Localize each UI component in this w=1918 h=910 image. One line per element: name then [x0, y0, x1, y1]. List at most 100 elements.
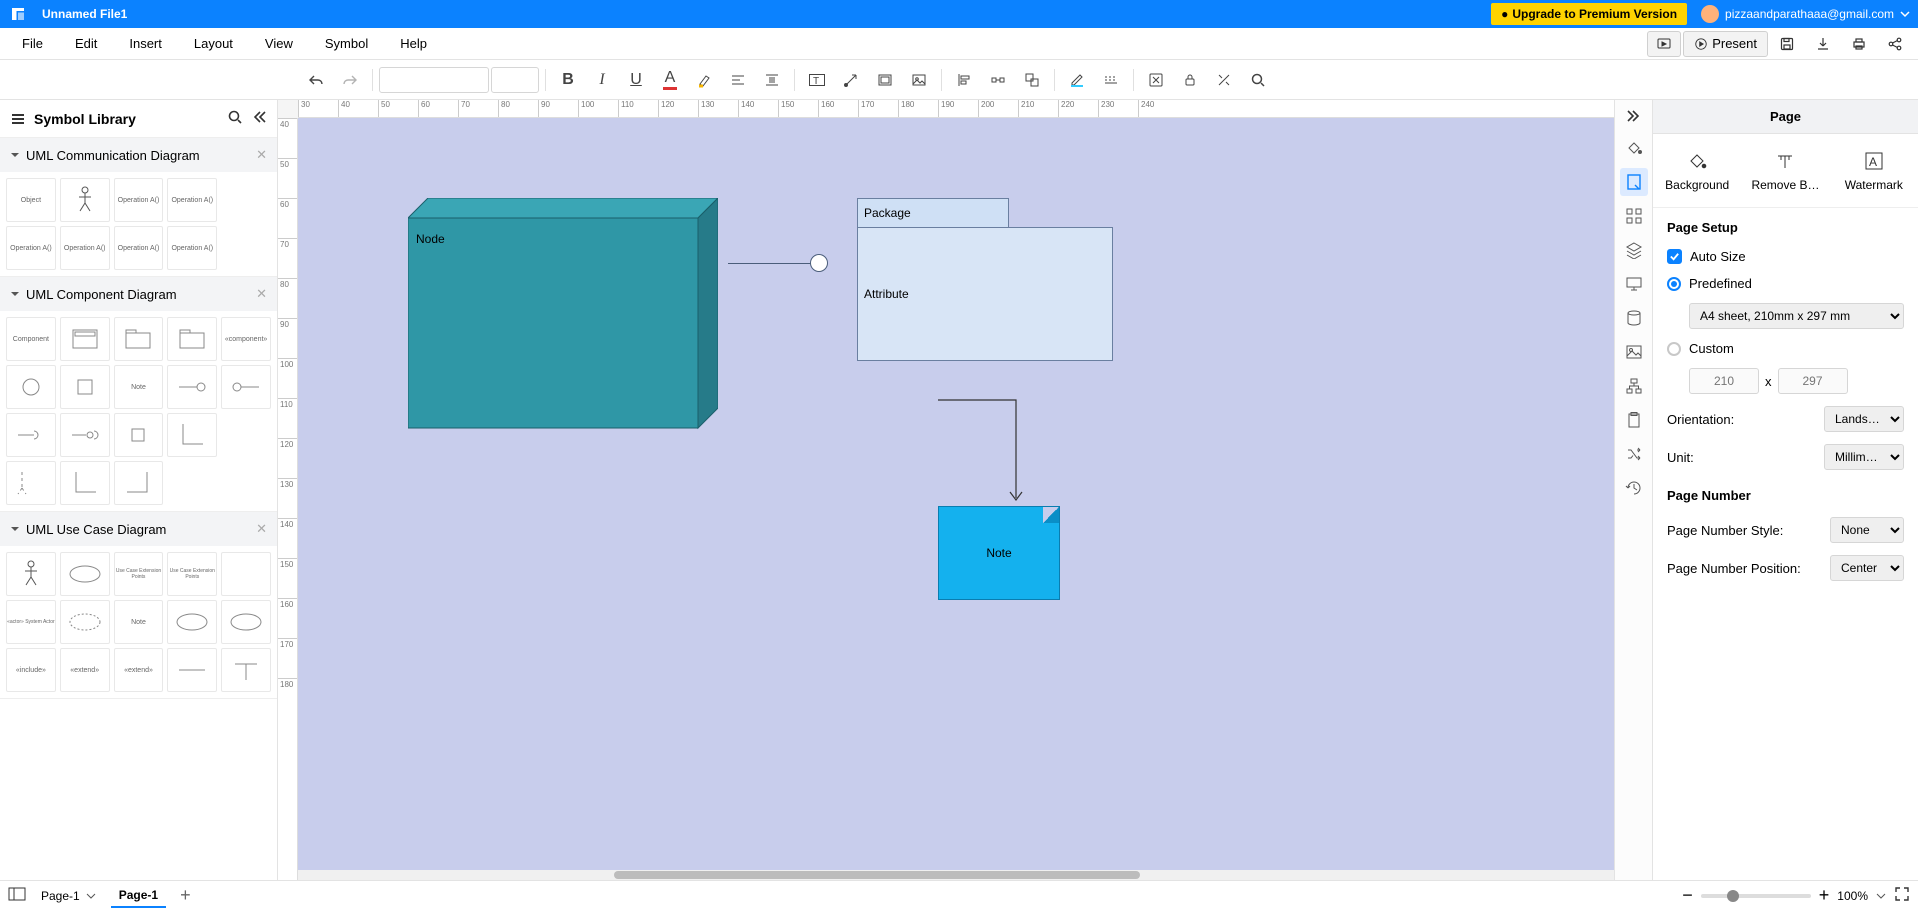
horizontal-scrollbar[interactable] [298, 870, 1614, 880]
close-section-icon[interactable]: ✕ [256, 286, 267, 302]
page-settings-icon[interactable] [1620, 168, 1648, 196]
lock-button[interactable] [1174, 66, 1206, 94]
symbol-req2[interactable] [60, 413, 110, 457]
custom-row[interactable]: Custom [1653, 335, 1918, 362]
line-color-button[interactable] [1061, 66, 1093, 94]
symbol-extend[interactable]: «extend» [60, 648, 110, 692]
symbol-note2[interactable]: Note [114, 600, 164, 644]
checkbox-checked-icon[interactable] [1667, 249, 1682, 264]
tools-button[interactable] [1208, 66, 1240, 94]
symbol-lolli1[interactable] [167, 365, 217, 409]
symbol-compstereo[interactable]: «component» [221, 317, 271, 361]
zoom-out-button[interactable]: − [1682, 885, 1693, 906]
text-color-button[interactable]: A [654, 66, 686, 94]
underline-button[interactable]: U [620, 66, 652, 94]
symbol-actor[interactable] [60, 178, 110, 222]
symbol-l1[interactable] [60, 461, 110, 505]
symbol-usecase[interactable] [60, 552, 110, 596]
symbol-sq2[interactable] [114, 413, 164, 457]
upgrade-button[interactable]: ● Upgrade to Premium Version [1491, 3, 1687, 25]
textbox-button[interactable]: T [801, 66, 833, 94]
layers-icon[interactable] [1620, 236, 1648, 264]
highlight-button[interactable] [688, 66, 720, 94]
tree-icon[interactable] [1620, 372, 1648, 400]
symbol-dash[interactable] [6, 461, 56, 505]
background-button[interactable]: Background [1653, 134, 1741, 207]
symbol-ucext2[interactable]: Use Case Extension Points [167, 552, 217, 596]
pages-outline-icon[interactable] [8, 887, 26, 904]
align-left-button[interactable] [948, 66, 980, 94]
shape-node[interactable]: Node [408, 198, 718, 438]
symbol-uc-actor[interactable] [6, 552, 56, 596]
menu-insert[interactable]: Insert [113, 36, 178, 51]
symbol-note[interactable]: Note [114, 365, 164, 409]
symbol-o2[interactable] [167, 600, 217, 644]
symbol-pkg[interactable] [114, 317, 164, 361]
symbol-op6[interactable]: Operation A() [167, 226, 217, 270]
symbol-op5[interactable]: Operation A() [114, 226, 164, 270]
collapse-library-icon[interactable] [251, 109, 267, 128]
menu-symbol[interactable]: Symbol [309, 36, 384, 51]
font-family-select[interactable] [379, 67, 489, 93]
menu-file[interactable]: File [6, 36, 59, 51]
symbol-t[interactable] [221, 648, 271, 692]
shuffle-icon[interactable] [1620, 440, 1648, 468]
pn-pos-select[interactable]: Center [1830, 555, 1904, 581]
add-page-button[interactable]: + [174, 885, 197, 906]
watermark-button[interactable]: A Watermark [1830, 134, 1918, 207]
predefined-row[interactable]: Predefined [1653, 270, 1918, 297]
symbol-op4[interactable]: Operation A() [60, 226, 110, 270]
shape-note[interactable]: Note [938, 506, 1060, 600]
image-panel-icon[interactable] [1620, 338, 1648, 366]
search-button[interactable] [1242, 66, 1274, 94]
menu-edit[interactable]: Edit [59, 36, 113, 51]
symbol-include[interactable]: «include» [6, 648, 56, 692]
search-library-icon[interactable] [227, 109, 243, 128]
page-selector[interactable]: Page-1 [34, 886, 103, 906]
print-icon[interactable] [1842, 31, 1876, 57]
drawing-canvas[interactable]: Node Package Attribute Note [298, 118, 1614, 870]
fullscreen-button[interactable] [1894, 886, 1910, 905]
connector-button[interactable] [835, 66, 867, 94]
menu-help[interactable]: Help [384, 36, 443, 51]
close-section-icon[interactable]: ✕ [256, 521, 267, 537]
unit-select[interactable]: Millim… [1824, 444, 1904, 470]
canvas-area[interactable]: 3040506070809010011012013014015016017018… [278, 100, 1614, 880]
symbol-req1[interactable] [6, 413, 56, 457]
layer-button[interactable] [1140, 66, 1172, 94]
share-icon[interactable] [1878, 31, 1912, 57]
menu-layout[interactable]: Layout [178, 36, 249, 51]
symbol-sysactor[interactable]: «actor» System Actor [6, 600, 56, 644]
presentation-icon[interactable] [1620, 270, 1648, 298]
file-name[interactable]: Unnamed File1 [42, 7, 127, 21]
symbol-compbox[interactable] [60, 317, 110, 361]
symbol-op3[interactable]: Operation A() [6, 226, 56, 270]
symbol-extend2[interactable]: «extend» [114, 648, 164, 692]
auto-size-row[interactable]: Auto Size [1653, 243, 1918, 270]
italic-button[interactable]: I [586, 66, 618, 94]
image-button[interactable] [903, 66, 935, 94]
account-menu[interactable]: pizzaandparathaaa@gmail.com [1701, 5, 1910, 23]
zoom-slider[interactable] [1701, 894, 1811, 898]
history-icon[interactable] [1620, 474, 1648, 502]
symbol-o3[interactable] [221, 600, 271, 644]
radio-off-icon[interactable] [1667, 342, 1681, 356]
remove-bg-button[interactable]: Remove B… [1741, 134, 1829, 207]
predefined-size-select[interactable]: A4 sheet, 210mm x 297 mm [1689, 303, 1904, 329]
align-text-button[interactable] [722, 66, 754, 94]
redo-button[interactable] [334, 66, 366, 94]
symbol-circle[interactable] [6, 365, 56, 409]
zoom-in-button[interactable]: + [1819, 885, 1830, 906]
group-button[interactable] [1016, 66, 1048, 94]
symbol-ucext[interactable]: Use Case Extension Points [114, 552, 164, 596]
expand-right-icon[interactable] [1620, 104, 1648, 128]
orientation-select[interactable]: Lands… [1824, 406, 1904, 432]
line-style-button[interactable] [1095, 66, 1127, 94]
symbol-lolli2[interactable] [221, 365, 271, 409]
section-uml-communication[interactable]: UML Communication Diagram ✕ [0, 138, 277, 172]
data-icon[interactable] [1620, 304, 1648, 332]
shape-package[interactable]: Package Attribute [857, 198, 1113, 361]
symbol-collab[interactable] [60, 600, 110, 644]
pn-style-select[interactable]: None [1830, 517, 1904, 543]
fill-icon[interactable] [1620, 134, 1648, 162]
